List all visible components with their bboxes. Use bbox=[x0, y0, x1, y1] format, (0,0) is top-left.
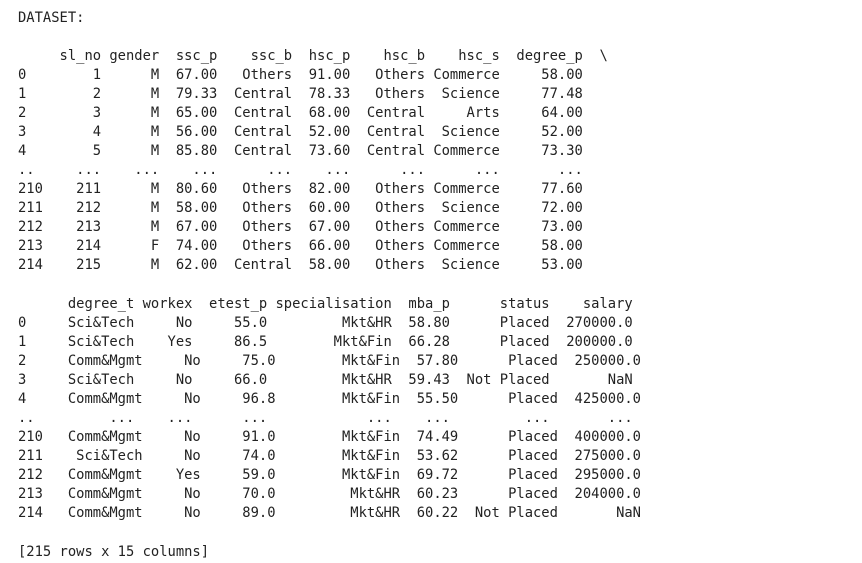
table1-row: 212 213 M 67.00 Others 67.00 Others Comm… bbox=[18, 219, 583, 235]
table2-row: 1 Sci&Tech Yes 86.5 Mkt&Fin 66.28 Placed… bbox=[18, 334, 633, 350]
table2-row: 3 Sci&Tech No 66.0 Mkt&HR 59.43 Not Plac… bbox=[18, 372, 633, 388]
table1-row: 211 212 M 58.00 Others 60.00 Others Scie… bbox=[18, 200, 583, 216]
table1-row: 213 214 F 74.00 Others 66.00 Others Comm… bbox=[18, 238, 583, 254]
table2-row: 212 Comm&Mgmt Yes 59.0 Mkt&Fin 69.72 Pla… bbox=[18, 467, 641, 483]
dataset-title: DATASET: bbox=[18, 10, 85, 26]
table1-row: 1 2 M 79.33 Central 78.33 Others Science… bbox=[18, 86, 583, 102]
table2-row: 214 Comm&Mgmt No 89.0 Mkt&HR 60.22 Not P… bbox=[18, 505, 641, 521]
table1-row: 214 215 M 62.00 Central 58.00 Others Sci… bbox=[18, 257, 583, 273]
table1-row: 2 3 M 65.00 Central 68.00 Central Arts 6… bbox=[18, 105, 583, 121]
table1-ellipsis-row: .. ... ... ... ... ... ... ... ... bbox=[18, 162, 583, 178]
table2-ellipsis-row: .. ... ... ... ... ... ... ... bbox=[18, 410, 633, 426]
table1-row: 0 1 M 67.00 Others 91.00 Others Commerce… bbox=[18, 67, 583, 83]
table2-row: 210 Comm&Mgmt No 91.0 Mkt&Fin 74.49 Plac… bbox=[18, 429, 641, 445]
table2-header: degree_t workex etest_p specialisation m… bbox=[18, 296, 633, 312]
table2-row: 0 Sci&Tech No 55.0 Mkt&HR 58.80 Placed 2… bbox=[18, 315, 633, 331]
table2-row: 4 Comm&Mgmt No 96.8 Mkt&Fin 55.50 Placed… bbox=[18, 391, 641, 407]
console-output: DATASET: sl_no gender ssc_p ssc_b hsc_p … bbox=[0, 0, 862, 563]
table2-row: 213 Comm&Mgmt No 70.0 Mkt&HR 60.23 Place… bbox=[18, 486, 641, 502]
table1-row: 3 4 M 56.00 Central 52.00 Central Scienc… bbox=[18, 124, 583, 140]
table1-row: 4 5 M 85.80 Central 73.60 Central Commer… bbox=[18, 143, 583, 159]
dataframe-shape-footer: [215 rows x 15 columns] bbox=[18, 544, 210, 560]
table1-header: sl_no gender ssc_p ssc_b hsc_p hsc_b hsc… bbox=[18, 48, 608, 64]
table2-row: 211 Sci&Tech No 74.0 Mkt&Fin 53.62 Place… bbox=[18, 448, 641, 464]
table2-row: 2 Comm&Mgmt No 75.0 Mkt&Fin 57.80 Placed… bbox=[18, 353, 641, 369]
table1-row: 210 211 M 80.60 Others 82.00 Others Comm… bbox=[18, 181, 583, 197]
